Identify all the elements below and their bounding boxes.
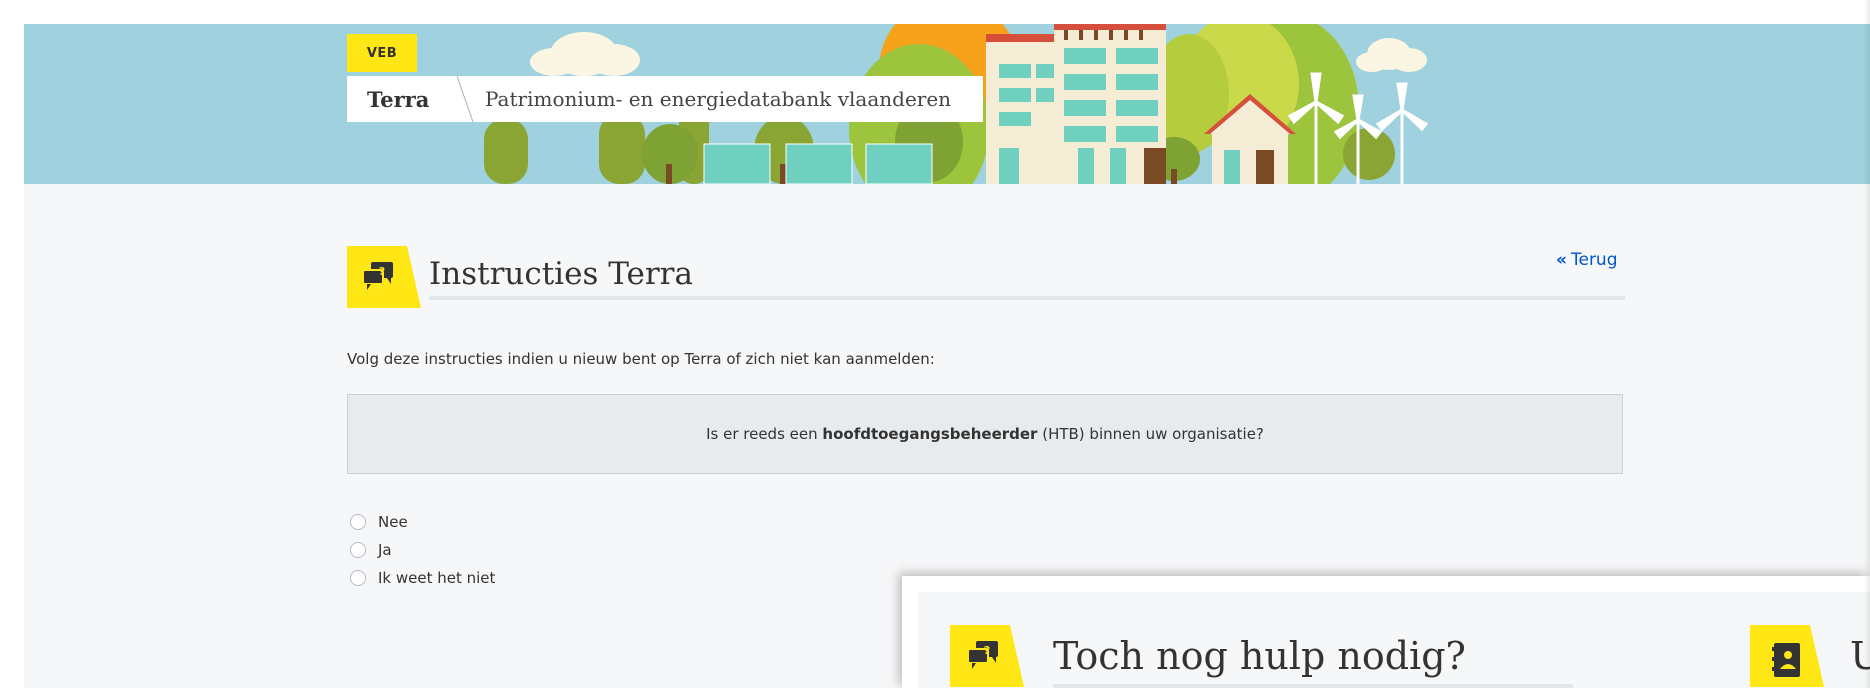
title-underline bbox=[429, 296, 1625, 300]
option-nee[interactable]: Nee bbox=[350, 508, 495, 536]
question-panel: Is er reeds een hoofdtoegangsbeheerder (… bbox=[347, 394, 1623, 474]
help-title: Toch nog hulp nodig? bbox=[1053, 634, 1466, 678]
double-chevron-left-icon: « bbox=[1556, 250, 1567, 270]
back-link-label: Terug bbox=[1570, 250, 1618, 270]
site-brand: Terra bbox=[367, 86, 430, 112]
help-window: ? Toch nog hulp nodig? U bbox=[902, 576, 1870, 688]
option-label[interactable]: Nee bbox=[378, 513, 408, 531]
back-link[interactable]: «Terug bbox=[1556, 250, 1618, 270]
option-label[interactable]: Ik weet het niet bbox=[378, 569, 495, 587]
question-chat-icon: ? bbox=[347, 246, 421, 308]
option-weet-niet[interactable]: Ik weet het niet bbox=[350, 564, 495, 592]
site-title-box[interactable]: Terra Patrimonium- en energiedatabank vl… bbox=[347, 76, 983, 122]
window-edge-shadow bbox=[1864, 0, 1870, 688]
title-separator bbox=[456, 76, 474, 122]
radio-button[interactable] bbox=[350, 514, 366, 530]
veb-badge[interactable]: VEB bbox=[347, 34, 417, 72]
radio-button[interactable] bbox=[350, 542, 366, 558]
option-ja[interactable]: Ja bbox=[350, 536, 495, 564]
intro-text: Volg deze instructies indien u nieuw ben… bbox=[347, 350, 935, 368]
svg-text:?: ? bbox=[379, 265, 385, 278]
page-title: Instructies Terra bbox=[429, 256, 693, 292]
radio-button[interactable] bbox=[350, 570, 366, 586]
question-bold-term: hoofdtoegangsbeheerder bbox=[822, 425, 1038, 443]
header-banner: VEB Terra Patrimonium- en energiedataban… bbox=[24, 24, 1870, 184]
option-label[interactable]: Ja bbox=[378, 541, 392, 559]
svg-text:?: ? bbox=[984, 644, 990, 657]
question-text: Is er reeds een hoofdtoegangsbeheerder (… bbox=[706, 425, 1264, 443]
question-chat-icon: ? bbox=[950, 625, 1024, 687]
contact-book-icon bbox=[1750, 625, 1824, 687]
help-title-underline bbox=[1053, 684, 1573, 688]
site-subtitle: Patrimonium- en energiedatabank vlaander… bbox=[485, 87, 952, 111]
answer-options: Nee Ja Ik weet het niet bbox=[350, 508, 495, 592]
